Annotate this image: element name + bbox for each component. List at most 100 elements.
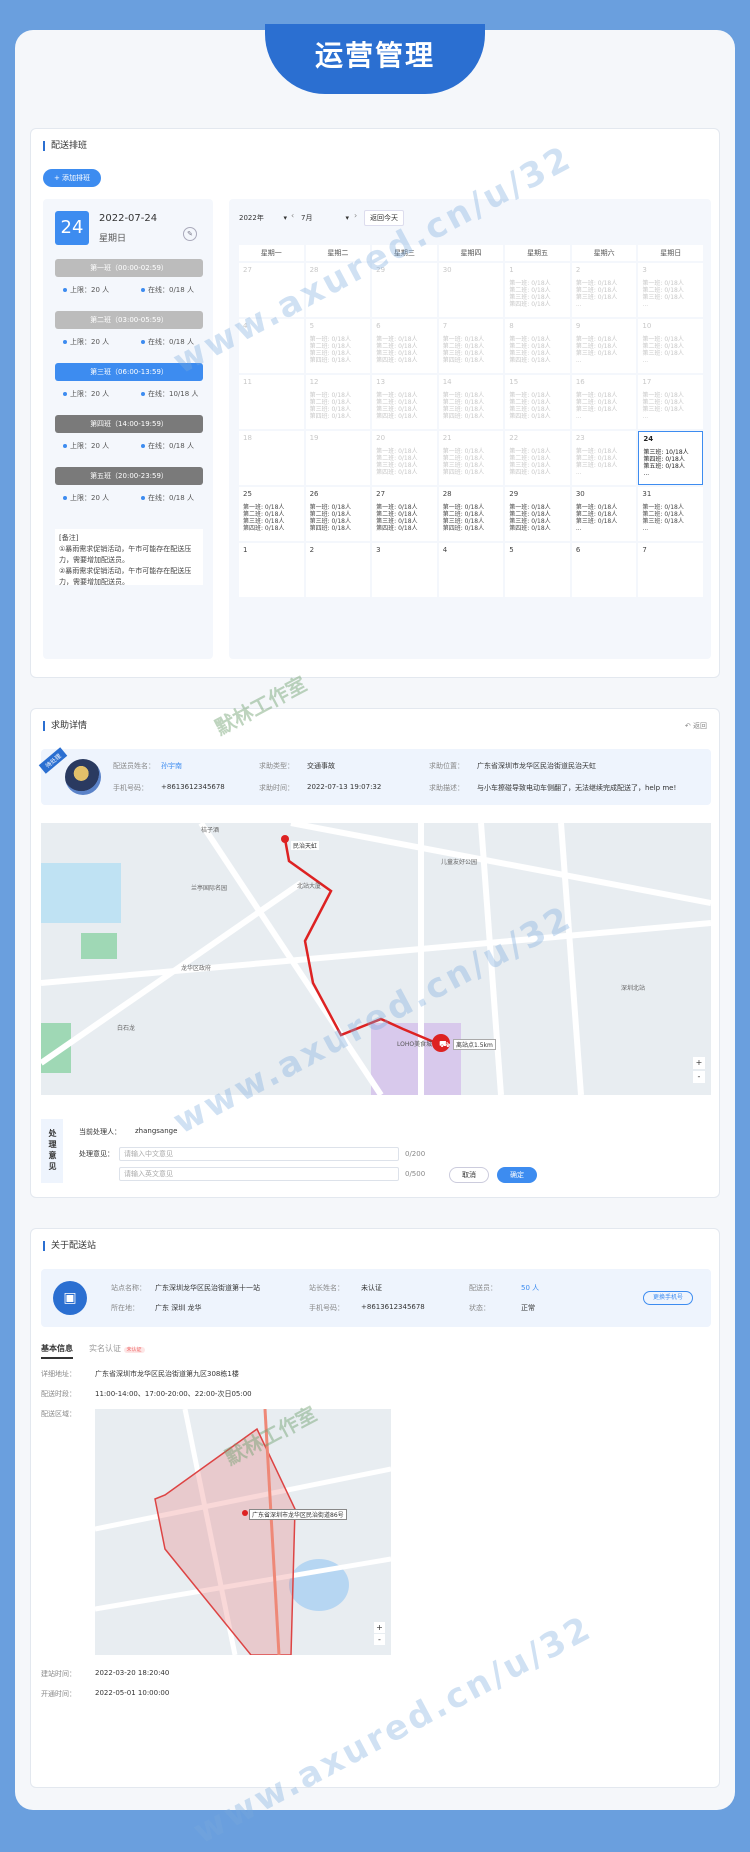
zoom-in-button[interactable]: + (374, 1622, 385, 1633)
calendar-day[interactable]: 23 第一班: 0/18人 第二班: 0/18人 第三班: 0/18人... (571, 431, 637, 485)
calendar-day[interactable]: 20 第一班: 0/18人 第二班: 0/18人 第三班: 0/18人 第四班: 0/1… (372, 431, 437, 485)
shift-summary: 第二班: 0/18人 (376, 399, 418, 406)
calendar-day[interactable]: 30 (438, 263, 504, 317)
shift-summary: 第一班: 0/18人 (509, 448, 551, 455)
calendar-day[interactable]: 6 (571, 543, 637, 597)
chevron-left-icon[interactable]: ‹ (291, 211, 294, 220)
manager-label: 站长姓名： (309, 1284, 344, 1292)
add-schedule-button[interactable]: + 添加排班 (43, 169, 101, 187)
calendar-day[interactable]: 28 第一班: 0/18人 第二班: 0/18人 第三班: 0/18人 第四班: 0/1… (438, 487, 504, 541)
calendar-day[interactable]: 1 第一班: 0/18人 第二班: 0/18人 第三班: 0/18人 第四班: 0/18… (505, 263, 570, 317)
change-phone-button[interactable]: 更换手机号 (643, 1291, 693, 1305)
calendar-day[interactable]: 17 第一班: 0/18人 第二班: 0/18人 第三班: 0/18人... (638, 375, 703, 429)
shift-summary: 第一班: 0/18人 (575, 280, 618, 287)
station-name-label: 站点名称： (111, 1284, 146, 1292)
shift-info: 上限：20 人 在线：0/18 人 (63, 285, 203, 295)
calendar-day[interactable]: 3 (372, 543, 437, 597)
calendar-day[interactable]: 8 第一班: 0/18人 第二班: 0/18人 第三班: 0/18人 第四班: 0/18… (505, 319, 570, 373)
shift-summary: 第一班: 0/18人 (376, 504, 418, 511)
calendar-day[interactable]: 31 第一班: 0/18人 第二班: 0/18人 第三班: 0/18人... (638, 487, 703, 541)
shift-summary: ... (642, 525, 649, 532)
tab-verify[interactable]: 实名认证 未认证 (89, 1343, 145, 1354)
opinion-cn-input[interactable]: 请输入中文意见 (119, 1147, 399, 1161)
note-line: ②暴雨需求促销活动，午市可能存在配送压力，需要增加配送员。 (59, 567, 192, 586)
month-select[interactable]: 7月 ▾ (301, 211, 349, 225)
phone-value: +8613612345678 (161, 783, 225, 791)
calendar-day[interactable]: 2 第一班: 0/18人 第二班: 0/18人 第三班: 0/18人... (571, 263, 637, 317)
calendar-day[interactable]: 3 第一班: 0/18人 第二班: 0/18人 第三班: 0/18人... (638, 263, 703, 317)
zoom-out-button[interactable]: - (374, 1634, 385, 1645)
chevron-right-icon[interactable]: › (354, 211, 357, 220)
courier-name-label: 配送员姓名： (113, 762, 155, 770)
calendar-day[interactable]: 7 (638, 543, 703, 597)
month-value: 7月 (301, 214, 313, 222)
year-select[interactable]: 2022年 ▾ (239, 211, 287, 225)
edit-icon[interactable]: ✎ (183, 227, 197, 241)
calendar-day[interactable]: 1 (239, 543, 304, 597)
calendar-day[interactable]: 5 第一班: 0/18人 第二班: 0/18人 第三班: 0/18人 第四班: 0/18… (305, 319, 371, 373)
cancel-button[interactable]: 取消 (449, 1167, 489, 1183)
day-number: 16 (575, 378, 585, 386)
shift-summary: 第一班: 0/18人 (642, 280, 684, 287)
shift-summary: ... (643, 470, 650, 477)
calendar-day[interactable]: 10 第一班: 0/18人 第二班: 0/18人 第三班: 0/18人... (638, 319, 703, 373)
calendar-day[interactable]: 21 第一班: 0/18人 第二班: 0/18人 第三班: 0/18人 第四班: 0/1… (438, 431, 504, 485)
calendar-day[interactable]: 26 第一班: 0/18人 第二班: 0/18人 第三班: 0/18人 第四班: 0/1… (305, 487, 371, 541)
shift-summary: 第二班: 0/18人 (509, 511, 551, 518)
calendar-day[interactable]: 14 第一班: 0/18人 第二班: 0/18人 第三班: 0/18人 第四班: 0/1… (438, 375, 504, 429)
calendar-day[interactable]: 5 (505, 543, 570, 597)
location-value: 广东省深圳市龙华区民治街道民治天虹 (477, 762, 596, 770)
year-value: 2022年 (239, 214, 264, 222)
tab-basic[interactable]: 基本信息 (41, 1343, 73, 1359)
calendar-day[interactable]: 24 第三班: 10/18人 第四班: 0/18人 第五班: 0/18人... (638, 431, 703, 485)
selected-date: 2022-07-24 (99, 213, 158, 224)
map-label: 桔子酒 (201, 827, 220, 834)
calendar-day[interactable]: 15 第一班: 0/18人 第二班: 0/18人 第三班: 0/18人 第四班: 0/1… (505, 375, 570, 429)
calendar-day[interactable]: 11 (239, 375, 304, 429)
courier-name[interactable]: 孙宇南 (161, 761, 182, 771)
shift-summary: 第三班: 0/18人 (575, 462, 618, 469)
time-value: 2022-07-13 19:07:32 (307, 783, 382, 791)
help-map[interactable]: ⛟ 桔子酒 民治天虹 北站大厦 兰亭国际名园 龙华区政府 LOHO美食城 儿童友… (41, 823, 711, 1095)
calendar-day[interactable]: 29 第一班: 0/18人 第二班: 0/18人 第三班: 0/18人 第四班: 0/1… (505, 487, 570, 541)
confirm-button[interactable]: 确定 (497, 1167, 537, 1183)
type-value: 交通事故 (307, 762, 335, 770)
zoom-in-button[interactable]: + (693, 1057, 705, 1069)
calendar-day[interactable]: 2 (305, 543, 371, 597)
calendar: 2022年 ▾ ‹ 7月 ▾ › 返回今天 星期一 星期二 星期三 星期四 星期五 星期六… (229, 199, 711, 659)
calendar-day[interactable]: 12 第一班: 0/18人 第二班: 0/18人 第三班: 0/18人 第四班: 0/1… (305, 375, 371, 429)
shift-online: 在线：0/18 人 (148, 494, 194, 502)
calendar-day[interactable]: 13 第一班: 0/18人 第二班: 0/18人 第三班: 0/18人 第四班: 0/1… (372, 375, 437, 429)
couriers-value[interactable]: 50 人 (521, 1283, 539, 1293)
shift-summary: 第三班: 0/18人 (309, 518, 351, 525)
calendar-day[interactable]: 27 第一班: 0/18人 第二班: 0/18人 第三班: 0/18人 第四班: 0/1… (372, 487, 437, 541)
shift-summary: 第三班: 0/18人 (243, 518, 285, 525)
zoom-out-button[interactable]: - (693, 1071, 705, 1083)
back-label: 返回 (693, 722, 707, 730)
calendar-day[interactable]: 30 第一班: 0/18人 第二班: 0/18人 第三班: 0/18人... (571, 487, 637, 541)
calendar-day[interactable]: 9 第一班: 0/18人 第二班: 0/18人 第三班: 0/18人... (571, 319, 637, 373)
calendar-week: 1 2 3 4 5 6 7 (239, 543, 703, 597)
calendar-day[interactable]: 22 第一班: 0/18人 第二班: 0/18人 第三班: 0/18人 第四班: 0/1… (505, 431, 570, 485)
calendar-day[interactable]: 18 (239, 431, 304, 485)
calendar-day[interactable]: 25 第一班: 0/18人 第二班: 0/18人 第三班: 0/18人 第四班: 0/1… (239, 487, 304, 541)
shift-summary: 第三班: 0/18人 (442, 518, 485, 525)
calendar-day[interactable]: 7 第一班: 0/18人 第二班: 0/18人 第三班: 0/18人 第四班: 0/18… (438, 319, 504, 373)
day-number: 1 (509, 266, 514, 274)
calendar-day[interactable]: 4 (438, 543, 504, 597)
shift-button[interactable]: 第五班（20:00-23:59） (55, 467, 203, 485)
opinion-en-input[interactable]: 请输入英文意见 (119, 1167, 399, 1181)
shift-button[interactable]: 第二班（03:00-05:59） (55, 311, 203, 329)
shift-summary: 第四班: 0/18人 (442, 469, 485, 476)
back-link[interactable]: ↶ 返回 (685, 721, 707, 731)
shift-summary: 第三班: 0/18人 (575, 294, 618, 301)
day-number: 12 (309, 378, 319, 386)
shift-button[interactable]: 第四班（14:00-19:59） (55, 415, 203, 433)
shift-button[interactable]: 第一班（00:00-02:59） (55, 259, 203, 277)
calendar-day[interactable]: 6 第一班: 0/18人 第二班: 0/18人 第三班: 0/18人 第四班: 0/18… (372, 319, 437, 373)
calendar-day[interactable]: 19 (305, 431, 371, 485)
calendar-day[interactable]: 16 第一班: 0/18人 第二班: 0/18人 第三班: 0/18人... (571, 375, 637, 429)
shift-summary: 第四班: 0/18人 (376, 413, 418, 420)
bullet-icon (141, 496, 145, 500)
area-value: 广东 深圳 龙华 (155, 1304, 202, 1312)
